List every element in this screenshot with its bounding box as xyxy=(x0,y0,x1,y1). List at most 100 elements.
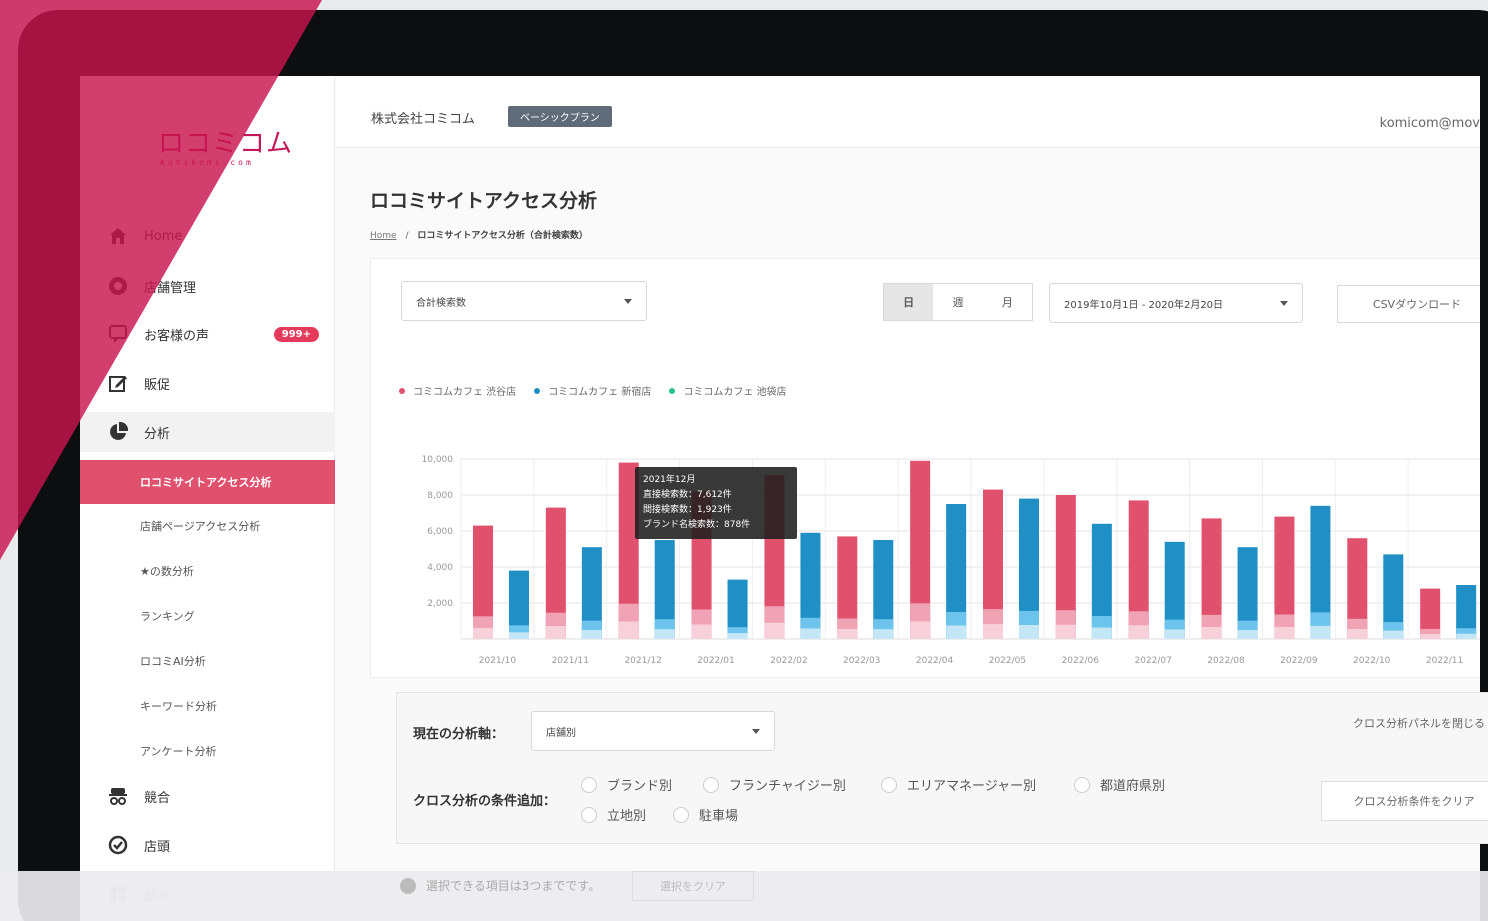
bar-chart: 10,000 8,000 6,000 4,000 2,000 2021/10 2021/11… xyxy=(422,455,1480,666)
bar-segment xyxy=(618,603,639,622)
bar-segment xyxy=(654,619,675,630)
sidebar-subitem-ai[interactable]: ロコミAI分析 xyxy=(80,641,335,681)
chevron-down-icon xyxy=(752,729,760,734)
radio-brand[interactable]: ブランド別 xyxy=(581,775,672,794)
clear-cross-conditions-button[interactable]: クロス分析条件をクリア xyxy=(1321,781,1488,821)
sidebar-subitem-review-site[interactable]: ロコミサイトアクセス分析 xyxy=(80,460,335,504)
sidebar-subitem-ranking[interactable]: ランキング xyxy=(80,596,335,636)
bar-segment xyxy=(509,632,529,639)
sidebar-item-label: 販促 xyxy=(144,377,171,393)
bar-segment xyxy=(910,603,931,622)
check-badge-icon xyxy=(106,833,130,857)
legend-dot xyxy=(669,387,676,394)
radio-area-manager[interactable]: エリアマネージャー別 xyxy=(881,775,1036,794)
sidebar-subitem-store-page[interactable]: 店舗ページアクセス分析 xyxy=(80,506,335,546)
radio-circle xyxy=(1074,776,1090,793)
radio-location[interactable]: 立地別 xyxy=(581,805,646,824)
bar-segment xyxy=(837,628,858,639)
bar-segment xyxy=(545,612,566,626)
legend-item[interactable]: コミコムカフェ 新宿店 xyxy=(534,383,651,398)
radio-label: フランチャイジー別 xyxy=(729,779,846,794)
x-tick-label: 2022/11 xyxy=(1426,656,1463,666)
info-icon xyxy=(400,877,416,894)
bar-segment xyxy=(654,629,675,639)
selection-info-text: 選択できる項目は3つまでです。 xyxy=(426,879,601,893)
bar-segment xyxy=(473,627,493,639)
logo-text: ロコミコム xyxy=(158,129,294,159)
radio-circle xyxy=(673,806,689,823)
sidebar-item-storefront[interactable]: 店頭 xyxy=(80,825,335,865)
selection-info: 選択できる項目は3つまでです。 xyxy=(400,877,600,894)
bar-segment xyxy=(1347,628,1368,639)
x-tick-label: 2022/03 xyxy=(843,656,880,666)
radio-franchisee[interactable]: フランチャイジー別 xyxy=(703,775,846,794)
sidebar-subitem-label: ★の数分析 xyxy=(140,565,194,578)
date-range-select[interactable]: 2019年10月1日 - 2020年2月20日 xyxy=(1049,283,1303,323)
user-account[interactable]: komicom@mov xyxy=(1380,116,1480,131)
x-tick-label: 2022/09 xyxy=(1280,656,1318,666)
x-tick-label: 2022/10 xyxy=(1353,656,1391,666)
sidebar-item-analysis[interactable]: 分析 xyxy=(80,412,335,452)
analysis-axis-select[interactable]: 店舗別 xyxy=(531,711,775,751)
sidebar-subitem-survey[interactable]: アンケート分析 xyxy=(80,731,335,771)
clear-selection-button[interactable]: 選択をクリア xyxy=(632,871,754,901)
bar-segment xyxy=(1420,628,1441,634)
bar-segment xyxy=(1091,615,1112,628)
period-tabs: 日 週 月 xyxy=(883,283,1033,321)
radio-parking[interactable]: 駐車場 xyxy=(673,805,738,824)
bar-segment xyxy=(509,625,529,633)
sidebar-item-competitor[interactable]: 競合 xyxy=(80,776,335,816)
radio-prefecture[interactable]: 都道府県別 xyxy=(1074,775,1165,794)
breadcrumb: Home / ロコミサイトアクセス分析（合計検索数） xyxy=(370,228,588,241)
bottom-fade-overlay: 選択できる項目は3つまでです。 選択をクリア xyxy=(0,871,1488,921)
tab-month[interactable]: 月 xyxy=(983,284,1032,320)
y-tick-label: 2,000 xyxy=(427,599,453,609)
cross-condition-label: クロス分析の条件追加： xyxy=(413,794,557,809)
sidebar-subitem-label: ランキング xyxy=(140,610,195,623)
legend-item[interactable]: コミコムカフェ 池袋店 xyxy=(669,383,787,398)
sidebar-subitem-label: ロコミサイトアクセス分析 xyxy=(140,476,272,489)
bar-segment xyxy=(1128,625,1149,639)
sidebar-item-promo[interactable]: 販促 xyxy=(80,363,335,403)
tooltip-title: 2021年12月 xyxy=(643,475,696,485)
sidebar-subitem-keyword[interactable]: キーワード分析 xyxy=(80,686,335,726)
radio-label: 駐車場 xyxy=(699,809,739,824)
breadcrumb-home-link[interactable]: Home xyxy=(370,231,397,241)
bar-segment xyxy=(1274,626,1295,639)
csv-download-button[interactable]: CSVダウンロード xyxy=(1337,285,1480,323)
bar-segment xyxy=(1128,611,1149,626)
logo-subtext: kutikomi.com xyxy=(160,158,254,167)
sidebar-item-voice[interactable]: お客様の声 999+ xyxy=(80,314,335,354)
y-tick-label: 8,000 xyxy=(427,491,453,501)
legend-item[interactable]: コミコムカフェ 渋谷店 xyxy=(399,383,516,398)
metric-select[interactable]: 合計検索数 xyxy=(401,281,647,321)
bar-segment xyxy=(1383,622,1404,631)
bar-segment xyxy=(800,617,821,629)
tab-day[interactable]: 日 xyxy=(884,284,934,320)
bar-segment xyxy=(1383,630,1404,639)
bar-segment xyxy=(691,624,712,639)
bar-segment xyxy=(727,633,748,639)
x-tick-label: 2022/04 xyxy=(916,656,954,666)
sidebar-subitem-label: ロコミAI分析 xyxy=(140,655,206,668)
sidebar-subitem-label: キーワード分析 xyxy=(140,700,217,713)
radio-circle xyxy=(581,776,597,793)
chevron-down-icon xyxy=(1280,301,1288,306)
close-cross-panel-link[interactable]: クロス分析パネルを閉じる xyxy=(1353,715,1485,731)
plan-badge: ベーシックプラン xyxy=(508,106,612,127)
sidebar-subitem-label: アンケート分析 xyxy=(140,745,217,758)
tab-week[interactable]: 週 xyxy=(933,284,982,320)
sidebar-item-store[interactable]: 店舗管理 xyxy=(80,266,335,306)
notification-badge: 999+ xyxy=(273,326,319,342)
chart-legend: コミコムカフェ 渋谷店 コミコムカフェ 新宿店 コミコムカフェ 池袋店 xyxy=(399,383,787,398)
sidebar-item-home[interactable]: Home xyxy=(80,216,335,256)
bar-segment xyxy=(727,627,748,634)
x-tick-label: 2022/07 xyxy=(1134,656,1171,666)
radio-circle xyxy=(881,776,897,793)
bar-segment xyxy=(618,621,639,639)
sidebar-subitem-stars[interactable]: ★の数分析 xyxy=(80,551,335,591)
bar-segment xyxy=(1237,629,1258,639)
x-tick-label: 2021/10 xyxy=(479,656,517,666)
company-name: 株式会社コミコム xyxy=(371,112,476,127)
tooltip-line: 間接検索数：1,923件 xyxy=(643,505,732,515)
